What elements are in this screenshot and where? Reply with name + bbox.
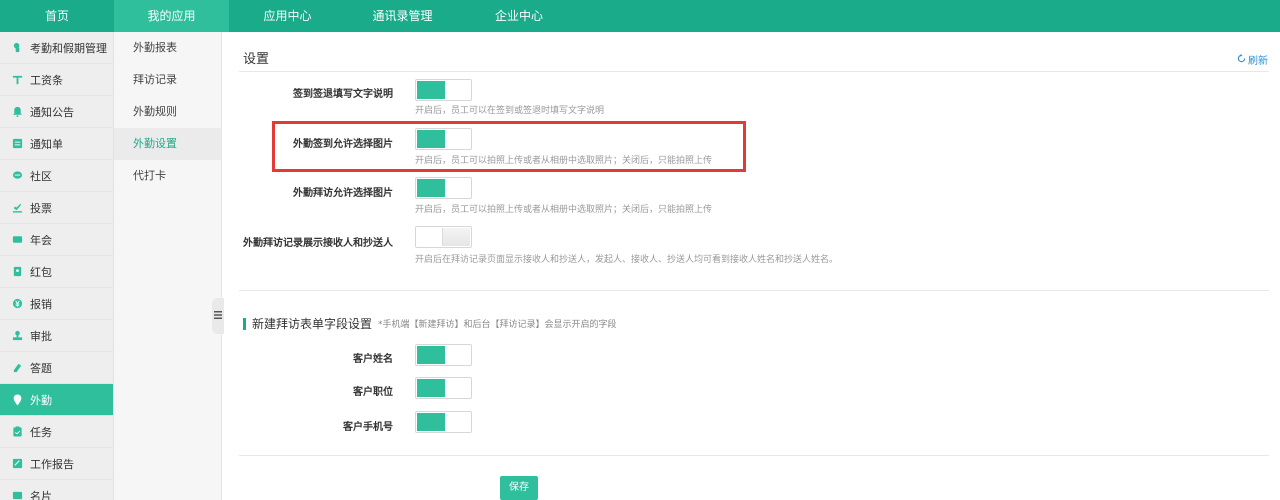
toggle-visit-photo[interactable] xyxy=(415,177,472,199)
submenu-item-field-report[interactable]: 外勤报表 xyxy=(114,32,221,64)
setting-hint-checkin-text: 开启后，员工可以在签到或签退时填写文字说明 xyxy=(415,106,605,116)
tab-enterprise-center[interactable]: 企业中心 xyxy=(459,0,579,32)
chat-icon xyxy=(11,170,23,182)
yen-icon xyxy=(11,298,23,310)
sidebar-item-label: 考勤和假期管理 xyxy=(30,41,107,55)
setting-label-checkin-text: 签到签退填写文字说明 xyxy=(293,89,393,100)
submenu-item-proxy-punch[interactable]: 代打卡 xyxy=(114,160,221,192)
sidebar-item-announcements[interactable]: 通知公告 xyxy=(0,96,113,128)
tab-my-apps[interactable]: 我的应用 xyxy=(114,0,229,32)
section-title-text: 新建拜访表单字段设置 xyxy=(252,317,373,331)
salary-icon xyxy=(11,74,23,86)
sidebar-item-reimbursement[interactable]: 报销 xyxy=(0,288,113,320)
clock-hand-icon xyxy=(11,42,23,54)
main-content: 设置 刷新 签到签退填写文字说明 开启后，员工可以在签到或签退时填写文字说明 外… xyxy=(223,32,1280,500)
sidebar-item-attendance[interactable]: 考勤和假期管理 xyxy=(0,32,113,64)
red-packet-icon xyxy=(11,266,23,278)
namecard-icon xyxy=(11,490,23,500)
top-navigation: 首页 我的应用 应用中心 通讯录管理 企业中心 xyxy=(0,0,1280,32)
sidebar-item-label: 工作报告 xyxy=(30,457,74,471)
sidebar-item-work-report[interactable]: 工作报告 xyxy=(0,448,113,480)
sidebar-item-field-work[interactable]: 外勤 xyxy=(0,384,113,416)
setting-hint-visit-photo: 开启后，员工可以拍照上传或者从相册中选取照片；关闭后，只能拍照上传 xyxy=(415,205,713,215)
submenu-item-field-rules[interactable]: 外勤规则 xyxy=(114,96,221,128)
submenu-item-field-settings[interactable]: 外勤设置 xyxy=(114,128,221,160)
sidebar-item-label: 社区 xyxy=(30,169,52,183)
sidebar-item-label: 名片 xyxy=(30,489,52,500)
sidebar-item-namecard[interactable]: 名片 xyxy=(0,480,113,500)
submenu: 外勤报表 拜访记录 外勤规则 外勤设置 代打卡 xyxy=(114,32,222,500)
setting-label-visit-photo: 外勤拜访允许选择图片 xyxy=(293,188,393,199)
stamp-icon xyxy=(11,330,23,342)
sidebar-item-annual-meeting[interactable]: 年会 xyxy=(0,224,113,256)
field-label-customer-name: 客户姓名 xyxy=(353,354,393,365)
sidebar-item-label: 年会 xyxy=(30,233,52,247)
sidebar-item-label: 投票 xyxy=(30,201,52,215)
section-note: *手机端【新建拜访】和后台【拜访记录】会显示开启的字段 xyxy=(378,320,617,330)
sidebar-item-quiz[interactable]: 答题 xyxy=(0,352,113,384)
section-title: 新建拜访表单字段设置 *手机端【新建拜访】和后台【拜访记录】会显示开启的字段 xyxy=(243,315,617,332)
sidebar: 考勤和假期管理 工资条 通知公告 通知单 社区 投票 年会 红包 报销 审批 答… xyxy=(0,32,114,500)
sidebar-item-label: 答题 xyxy=(30,361,52,375)
divider xyxy=(239,455,1269,456)
location-pin-icon xyxy=(11,394,23,406)
menu-lines-icon xyxy=(214,309,222,323)
toggle-customer-position[interactable] xyxy=(415,377,472,399)
setting-hint-visit-recipients: 开启后在拜访记录页面显示接收人和抄送人，发起人、接收人、抄送人均可看到接收人姓名… xyxy=(415,255,839,265)
toggle-customer-name[interactable] xyxy=(415,344,472,366)
document-icon xyxy=(11,138,23,150)
sidebar-item-label: 任务 xyxy=(30,425,52,439)
setting-label-visit-recipients: 外勤拜访记录展示接收人和抄送人 xyxy=(243,238,393,249)
tab-contacts-management[interactable]: 通讯录管理 xyxy=(346,0,459,32)
quiz-icon xyxy=(11,362,23,374)
divider xyxy=(239,290,1269,291)
submenu-item-visit-records[interactable]: 拜访记录 xyxy=(114,64,221,96)
toggle-visit-recipients[interactable] xyxy=(415,226,472,248)
refresh-icon xyxy=(1237,53,1246,66)
field-label-customer-phone: 客户手机号 xyxy=(343,422,393,433)
sidebar-item-red-packet[interactable]: 红包 xyxy=(0,256,113,288)
page-title: 设置 xyxy=(243,52,270,67)
sidebar-item-label: 工资条 xyxy=(30,73,63,87)
divider xyxy=(239,71,1269,72)
sidebar-item-approval[interactable]: 审批 xyxy=(0,320,113,352)
sidebar-item-community[interactable]: 社区 xyxy=(0,160,113,192)
vote-icon xyxy=(11,202,23,214)
toggle-customer-phone[interactable] xyxy=(415,411,472,433)
sidebar-item-notice[interactable]: 通知单 xyxy=(0,128,113,160)
sidebar-item-label: 通知单 xyxy=(30,137,63,151)
report-icon xyxy=(11,458,23,470)
tab-app-center[interactable]: 应用中心 xyxy=(229,0,346,32)
tab-home[interactable]: 首页 xyxy=(0,0,114,32)
refresh-label: 刷新 xyxy=(1248,56,1268,67)
sidebar-item-salary[interactable]: 工资条 xyxy=(0,64,113,96)
highlight-box xyxy=(272,121,746,172)
sidebar-item-label: 审批 xyxy=(30,329,52,343)
sidebar-item-label: 红包 xyxy=(30,265,52,279)
refresh-button[interactable]: 刷新 xyxy=(1237,52,1268,67)
sidebar-item-vote[interactable]: 投票 xyxy=(0,192,113,224)
sidebar-item-label: 外勤 xyxy=(30,393,52,407)
card-icon xyxy=(11,234,23,246)
field-label-customer-position: 客户职位 xyxy=(353,387,393,398)
sidebar-item-tasks[interactable]: 任务 xyxy=(0,416,113,448)
sidebar-item-label: 通知公告 xyxy=(30,105,74,119)
sidebar-item-label: 报销 xyxy=(30,297,52,311)
save-button[interactable]: 保存 xyxy=(500,476,538,500)
section-accent-bar xyxy=(243,317,246,330)
bell-icon xyxy=(11,106,23,118)
toggle-checkin-text[interactable] xyxy=(415,79,472,101)
clipboard-icon xyxy=(11,426,23,438)
